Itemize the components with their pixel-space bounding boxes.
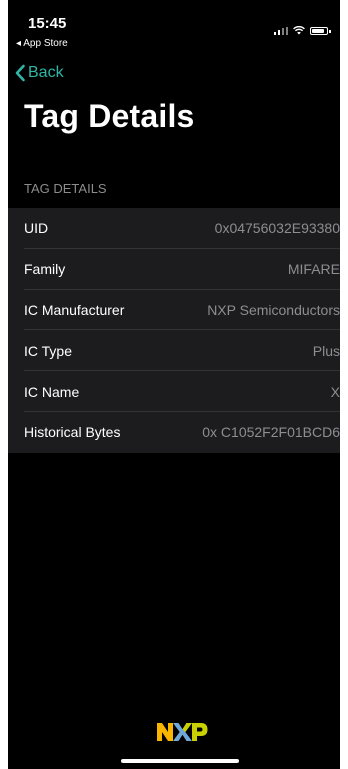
detail-row-uid: UID 0x04756032E93380 — [8, 208, 340, 249]
app-screen: 15:45 ◂ App Store Back Tag Details TAG D… — [8, 0, 340, 769]
home-indicator[interactable] — [121, 759, 239, 763]
detail-value: 0x C1052F2F01BCD6 — [202, 424, 340, 441]
status-icons — [274, 26, 331, 35]
status-time: 15:45 — [28, 15, 67, 32]
detail-label: IC Type — [24, 342, 72, 359]
detail-label: UID — [24, 220, 49, 237]
chevron-left-icon — [15, 64, 25, 82]
back-to-app-store-link[interactable]: ◂ App Store — [16, 38, 68, 49]
detail-value: MIFARE — [287, 261, 340, 278]
section-header: TAG DETAILS — [24, 181, 107, 196]
detail-label: IC Manufacturer — [24, 301, 125, 318]
nxp-logo — [157, 723, 208, 741]
battery-icon — [310, 26, 331, 35]
page-title: Tag Details — [24, 98, 195, 134]
details-list: UID 0x04756032E93380 Family MIFARE IC Ma… — [8, 208, 340, 453]
detail-row-ic-type: IC Type Plus — [8, 330, 340, 371]
detail-value: 0x04756032E93380 — [214, 220, 340, 237]
detail-value: NXP Semiconductors — [207, 301, 340, 318]
detail-label: Family — [24, 261, 66, 278]
detail-row-family: Family MIFARE — [8, 249, 340, 290]
detail-label: IC Name — [24, 383, 80, 400]
detail-value: X — [330, 383, 340, 400]
back-button[interactable]: Back — [14, 64, 64, 82]
detail-label: Historical Bytes — [24, 424, 121, 441]
status-bar: 15:45 ◂ App Store — [8, 0, 340, 54]
detail-row-ic-name: IC Name X — [8, 371, 340, 412]
detail-row-historical-bytes: Historical Bytes 0x C1052F2F01BCD6 — [8, 412, 340, 453]
signal-icon — [274, 26, 288, 35]
detail-row-ic-manufacturer: IC Manufacturer NXP Semiconductors — [8, 290, 340, 331]
detail-value: Plus — [312, 342, 340, 359]
wifi-icon — [293, 26, 305, 35]
back-label: Back — [28, 64, 64, 81]
